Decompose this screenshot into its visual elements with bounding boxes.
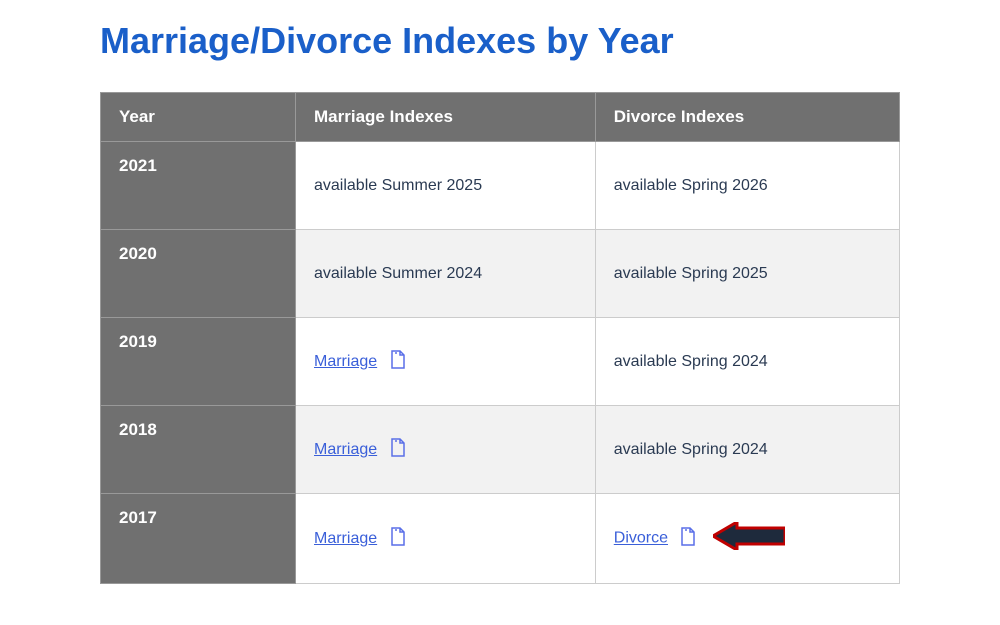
year-cell: 2018 — [101, 406, 296, 494]
marriage-cell: Marriage — [296, 318, 596, 406]
divorce-link[interactable]: Divorce — [614, 530, 668, 547]
table-row: 2019 Marriage available Spring 2024 — [101, 318, 900, 406]
divorce-status-text: available Spring 2026 — [614, 177, 768, 194]
year-cell: 2017 — [101, 494, 296, 584]
divorce-cell: Divorce — [595, 494, 899, 584]
marriage-link[interactable]: Marriage — [314, 530, 377, 547]
table-row: 2017 Marriage Divorce — [101, 494, 900, 584]
document-icon — [680, 527, 696, 551]
document-icon — [390, 350, 406, 374]
index-table: Year Marriage Indexes Divorce Indexes 20… — [100, 92, 900, 584]
table-row: 2021 available Summer 2025 available Spr… — [101, 142, 900, 230]
marriage-cell: Marriage — [296, 406, 596, 494]
divorce-cell: available Spring 2024 — [595, 406, 899, 494]
marriage-status-text: available Summer 2025 — [314, 177, 482, 194]
year-cell: 2020 — [101, 230, 296, 318]
marriage-link[interactable]: Marriage — [314, 441, 377, 458]
marriage-cell: available Summer 2025 — [296, 142, 596, 230]
divorce-cell: available Spring 2026 — [595, 142, 899, 230]
document-icon — [390, 527, 406, 551]
header-marriage: Marriage Indexes — [296, 93, 596, 142]
marriage-status-text: available Summer 2024 — [314, 265, 482, 282]
divorce-status-text: available Spring 2025 — [614, 265, 768, 282]
year-cell: 2021 — [101, 142, 296, 230]
table-row: 2018 Marriage available Spring 2024 — [101, 406, 900, 494]
document-icon — [390, 438, 406, 462]
divorce-status-text: available Spring 2024 — [614, 441, 768, 458]
marriage-cell: available Summer 2024 — [296, 230, 596, 318]
year-cell: 2019 — [101, 318, 296, 406]
page-title: Marriage/Divorce Indexes by Year — [100, 20, 900, 62]
divorce-cell: available Spring 2024 — [595, 318, 899, 406]
header-year: Year — [101, 93, 296, 142]
divorce-status-text: available Spring 2024 — [614, 353, 768, 370]
header-divorce: Divorce Indexes — [595, 93, 899, 142]
marriage-cell: Marriage — [296, 494, 596, 584]
table-row: 2020 available Summer 2024 available Spr… — [101, 230, 900, 318]
marriage-link[interactable]: Marriage — [314, 353, 377, 370]
arrow-annotation — [713, 522, 785, 555]
divorce-cell: available Spring 2025 — [595, 230, 899, 318]
